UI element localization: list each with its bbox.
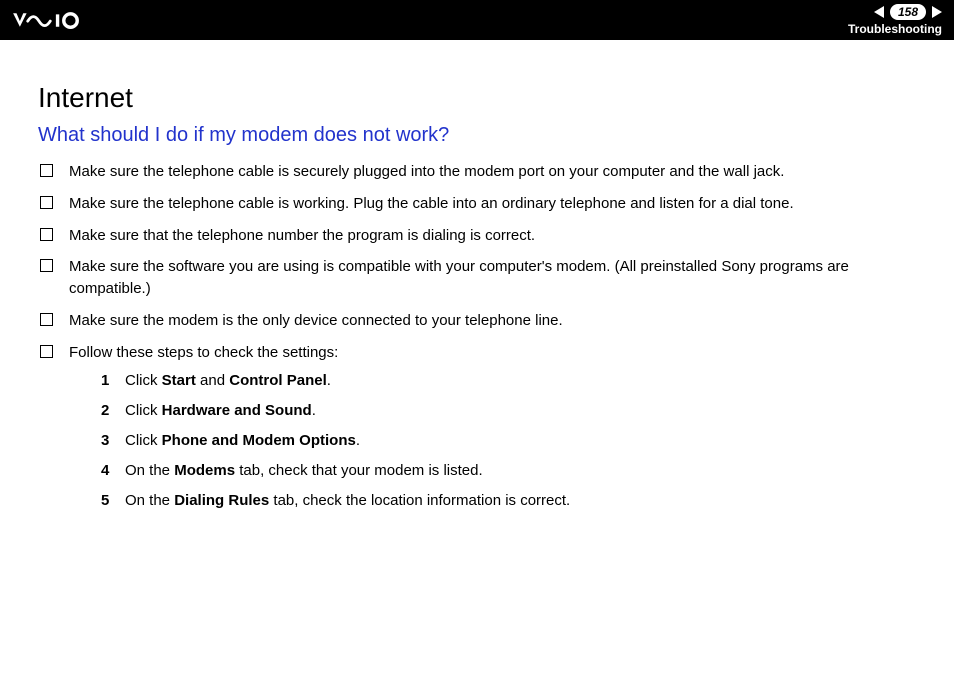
step-number: 3 xyxy=(101,429,125,453)
step-item: 2Click Hardware and Sound. xyxy=(101,399,916,423)
list-item-text: Follow these steps to check the settings… xyxy=(69,344,338,361)
step-number: 2 xyxy=(101,399,125,423)
question-heading: What should I do if my modem does not wo… xyxy=(38,124,916,147)
list-item: Follow these steps to check the settings… xyxy=(38,342,916,520)
list-item: Make sure the modem is the only device c… xyxy=(38,310,916,332)
page-nav: 158 xyxy=(874,4,942,20)
checkbox-icon xyxy=(40,345,53,358)
list-item: Make sure the telephone cable is securel… xyxy=(38,161,916,183)
step-text: On the Dialing Rules tab, check the loca… xyxy=(125,489,570,513)
step-text: Click Phone and Modem Options. xyxy=(125,429,360,453)
step-number: 5 xyxy=(101,489,125,513)
prev-page-arrow-icon[interactable] xyxy=(874,6,884,18)
header-right: 158 Troubleshooting xyxy=(848,4,942,36)
page-number: 158 xyxy=(890,4,926,20)
vaio-logo xyxy=(12,10,102,30)
next-page-arrow-icon[interactable] xyxy=(932,6,942,18)
step-item: 5On the Dialing Rules tab, check the loc… xyxy=(101,489,916,513)
page-body: Internet What should I do if my modem do… xyxy=(0,40,954,519)
checkbox-icon xyxy=(40,313,53,326)
step-number: 1 xyxy=(101,369,125,393)
section-title: Internet xyxy=(38,82,916,114)
checkbox-icon xyxy=(40,164,53,177)
list-item-text: Make sure the modem is the only device c… xyxy=(69,310,563,332)
step-item: 4On the Modems tab, check that your mode… xyxy=(101,459,916,483)
step-item: 1Click Start and Control Panel. xyxy=(101,369,916,393)
checkbox-icon xyxy=(40,196,53,209)
step-item: 3Click Phone and Modem Options. xyxy=(101,429,916,453)
list-item: Make sure that the telephone number the … xyxy=(38,225,916,247)
step-text: Click Start and Control Panel. xyxy=(125,369,331,393)
list-item-text: Make sure the telephone cable is working… xyxy=(69,193,794,215)
step-text: On the Modems tab, check that your modem… xyxy=(125,459,483,483)
steps-list: 1Click Start and Control Panel. 2Click H… xyxy=(101,369,916,513)
list-item: Make sure the software you are using is … xyxy=(38,256,916,300)
header-bar: 158 Troubleshooting xyxy=(0,0,954,40)
checkbox-icon xyxy=(40,228,53,241)
step-text: Click Hardware and Sound. xyxy=(125,399,316,423)
step-number: 4 xyxy=(101,459,125,483)
checkbox-icon xyxy=(40,259,53,272)
list-item-text: Make sure the telephone cable is securel… xyxy=(69,161,784,183)
list-item: Make sure the telephone cable is working… xyxy=(38,193,916,215)
checklist: Make sure the telephone cable is securel… xyxy=(38,161,916,519)
list-item-text: Make sure that the telephone number the … xyxy=(69,225,535,247)
breadcrumb[interactable]: Troubleshooting xyxy=(848,22,942,36)
list-item-text: Make sure the software you are using is … xyxy=(69,256,916,300)
